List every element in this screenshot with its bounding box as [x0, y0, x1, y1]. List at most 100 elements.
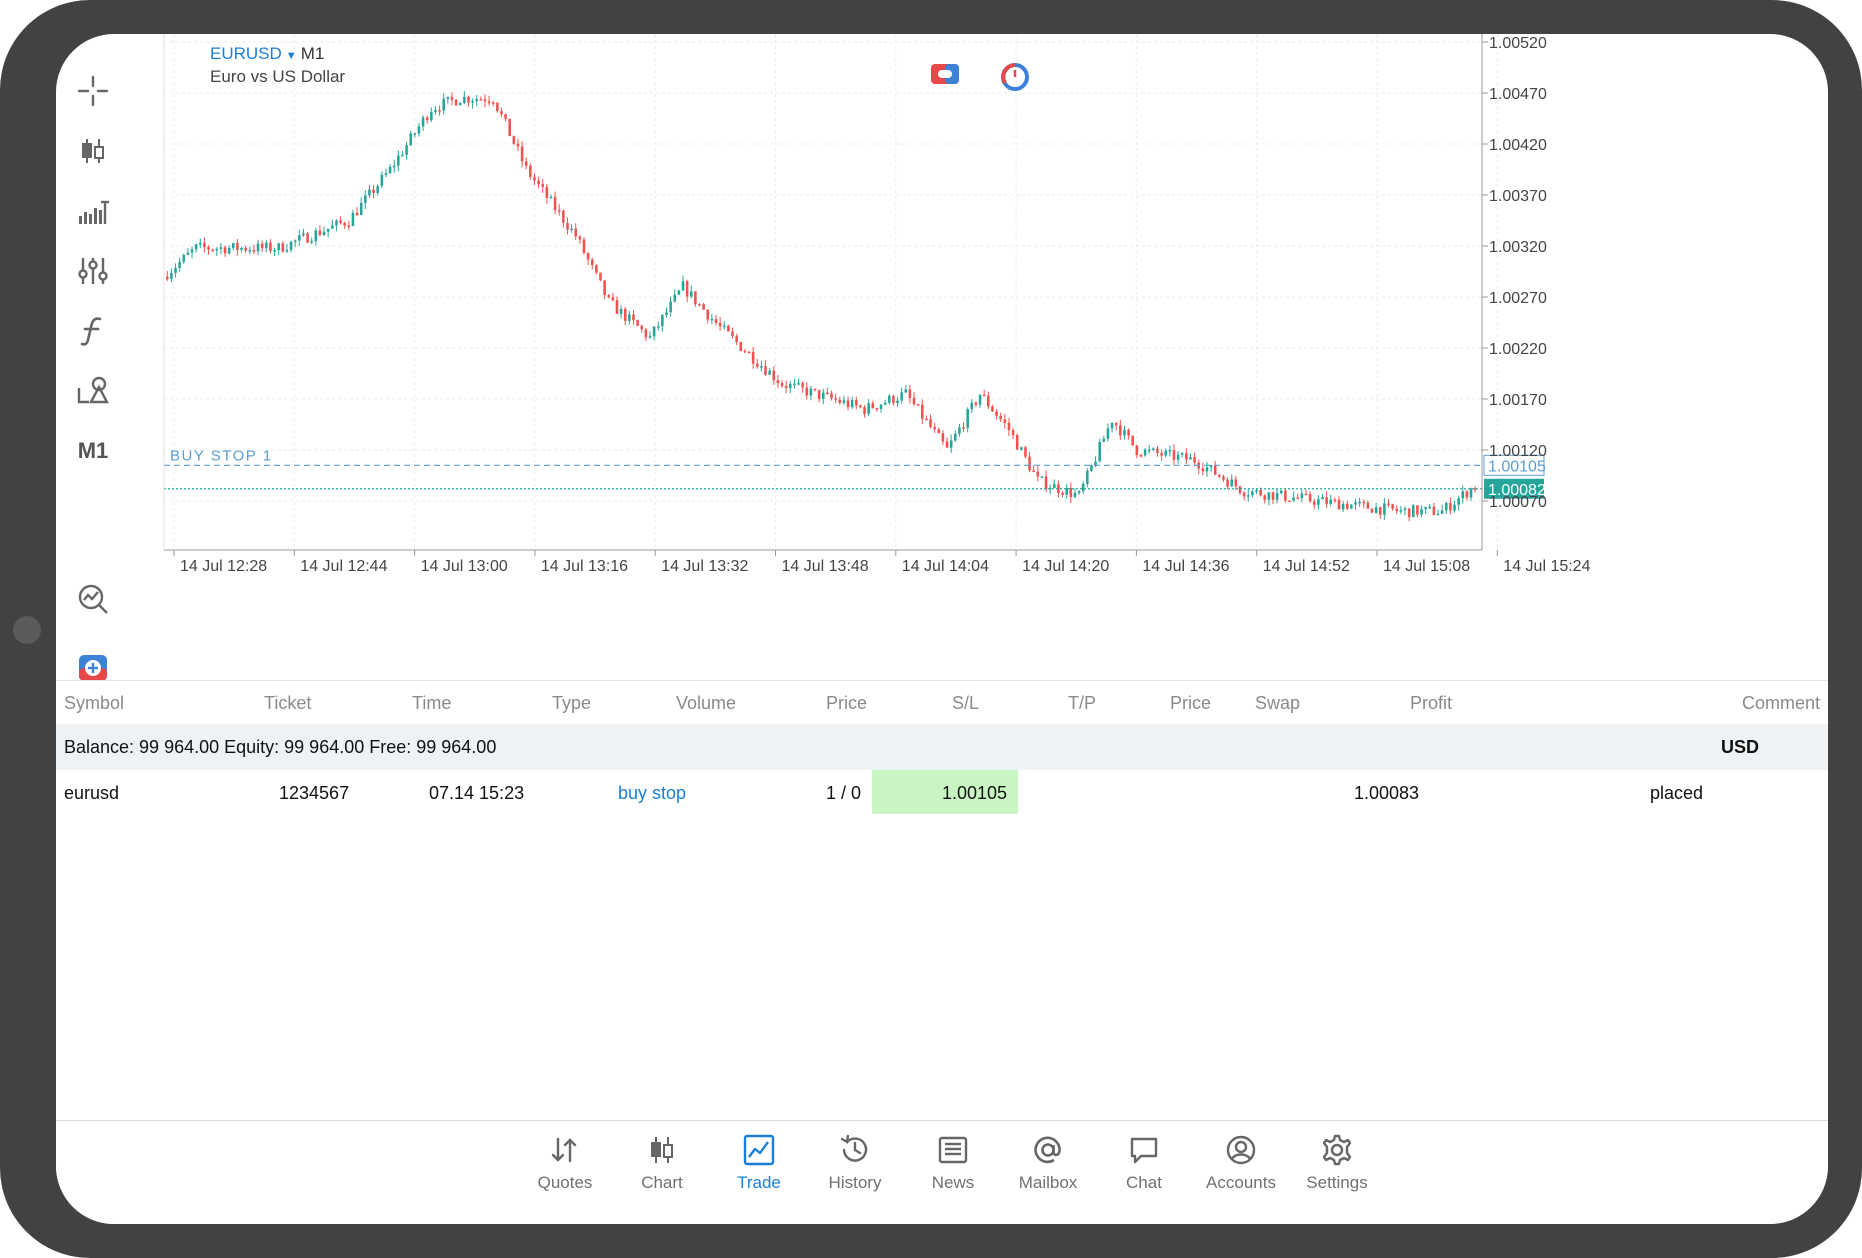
candle-bearish	[751, 352, 755, 364]
candle-bearish	[1172, 450, 1176, 460]
time-axis-label: 14 Jul 14:20	[1022, 558, 1109, 575]
tab-trade[interactable]: Trade	[713, 1129, 805, 1209]
tab-accounts[interactable]: Accounts	[1195, 1129, 1287, 1209]
home-button[interactable]	[13, 616, 41, 644]
candle-bearish	[1156, 448, 1159, 454]
candle-bearish	[1185, 453, 1188, 460]
column-volume[interactable]: Volume	[676, 693, 736, 714]
candle-bearish	[735, 336, 738, 343]
candle-bullish	[1168, 450, 1172, 452]
candle-bearish	[236, 243, 239, 250]
time-axis-label: 14 Jul 13:16	[541, 558, 628, 575]
candle-bearish	[859, 405, 862, 408]
chart-canvas[interactable]: BUY STOP 11.001051.00082 1.005201.004701…	[130, 34, 1828, 680]
candle-bearish	[1201, 468, 1205, 472]
accounts-icon	[1226, 1135, 1256, 1165]
candle-bearish	[1362, 501, 1366, 504]
candle-bullish	[793, 383, 796, 386]
tab-chat[interactable]: Chat	[1098, 1129, 1190, 1209]
trade-signal-icon[interactable]	[66, 574, 120, 624]
candle-bullish	[1180, 453, 1184, 455]
candle-bullish	[458, 102, 462, 106]
candle-bearish	[343, 222, 346, 226]
indicators-icon[interactable]	[66, 186, 120, 236]
candle-bearish	[1263, 495, 1267, 500]
column-profit[interactable]: Profit	[1410, 693, 1452, 714]
candle-bearish	[830, 393, 833, 399]
symbol-selector[interactable]: EURUSD ▼ M1	[210, 44, 324, 64]
candle-bullish	[879, 404, 883, 409]
candle-bearish	[1259, 490, 1262, 496]
candle-bearish	[339, 220, 342, 223]
tab-history[interactable]: History	[809, 1129, 901, 1209]
chart-type-icon[interactable]	[66, 126, 120, 176]
candle-bearish	[1449, 503, 1452, 511]
candle-bearish	[999, 415, 1002, 420]
tab-news[interactable]: News	[907, 1129, 999, 1209]
candle-bearish	[223, 247, 227, 254]
candle-bearish	[454, 99, 458, 106]
candle-bullish	[1461, 491, 1465, 499]
column-symbol[interactable]: Symbol	[64, 693, 124, 714]
order-symbol: eurusd	[64, 783, 120, 803]
candle-bullish	[1090, 465, 1093, 471]
column-ticket[interactable]: Ticket	[264, 693, 311, 714]
tab-chart[interactable]: Chart	[616, 1129, 708, 1209]
candle-bullish	[289, 241, 293, 250]
price-chart[interactable]: BUY STOP 1 1.00105 1.00082 1.00520 1.00470 1…	[130, 34, 1828, 680]
candle-bearish	[892, 395, 895, 404]
candle-bullish	[867, 403, 870, 414]
candle-bullish	[1098, 442, 1101, 462]
candle-bearish	[640, 325, 644, 330]
candle-bearish	[776, 380, 780, 384]
candle-bullish	[1383, 503, 1386, 515]
candle-bullish	[1251, 491, 1254, 496]
crosshair-icon[interactable]	[66, 66, 120, 116]
tab-quotes[interactable]: Quotes	[519, 1129, 611, 1209]
candle-bearish	[599, 272, 602, 281]
candle-bullish	[904, 389, 908, 393]
candle-bullish	[380, 174, 384, 187]
tab-mailbox[interactable]: Mailbox	[1002, 1129, 1094, 1209]
app-screen: M1 BUY STOP 1 1.00105 1.00082 1.00520 1.004…	[56, 34, 1828, 1224]
column-comment[interactable]: Comment	[1742, 693, 1820, 714]
candle-bearish	[479, 99, 483, 101]
candle-bullish	[689, 291, 693, 297]
tab-label: Trade	[737, 1173, 781, 1192]
tab-settings[interactable]: Settings	[1291, 1129, 1383, 1209]
candle-bullish	[665, 312, 668, 315]
column-price[interactable]: Price	[826, 693, 867, 714]
one-click-trading-icon[interactable]	[930, 62, 960, 86]
objects-icon[interactable]	[66, 366, 120, 416]
function-icon[interactable]	[66, 306, 120, 356]
candle-bullish	[1374, 507, 1378, 513]
candle-bearish	[1416, 505, 1419, 515]
candle-bearish	[772, 370, 776, 381]
column-swap[interactable]: Swap	[1255, 693, 1300, 714]
balance-row[interactable]: Balance: 99 964.00 Equity: 99 964.00 Fre…	[56, 724, 1828, 770]
buy-stop-label: BUY STOP 1	[170, 447, 273, 464]
column-time[interactable]: Time	[412, 693, 451, 714]
column-current-price[interactable]: Price	[1170, 693, 1211, 714]
market-clock-icon[interactable]	[1000, 62, 1030, 92]
column-type[interactable]: Type	[552, 693, 591, 714]
candle-bearish	[764, 366, 767, 375]
table-row[interactable]: eurusd 1234567 07.14 15:23 buy stop 1 / …	[56, 770, 1828, 816]
candle-bearish	[533, 176, 536, 181]
candle-bullish	[896, 400, 899, 404]
indicator-settings-icon[interactable]	[66, 246, 120, 296]
column-tp[interactable]: T/P	[1068, 693, 1096, 714]
candle-bearish	[281, 243, 285, 252]
candle-bullish	[768, 370, 771, 375]
column-sl[interactable]: S/L	[952, 693, 979, 714]
timeframe-button[interactable]: M1	[66, 426, 120, 476]
candle-bearish	[1218, 474, 1221, 477]
candle-bearish	[995, 411, 998, 416]
symbol-description: Euro vs US Dollar	[210, 67, 346, 86]
order-type: buy stop	[618, 783, 687, 803]
tab-label: News	[931, 1173, 975, 1192]
candle-bullish	[298, 235, 301, 241]
settings-icon	[1322, 1134, 1352, 1166]
candle-bearish	[562, 210, 565, 223]
candle-bearish	[1213, 465, 1217, 475]
